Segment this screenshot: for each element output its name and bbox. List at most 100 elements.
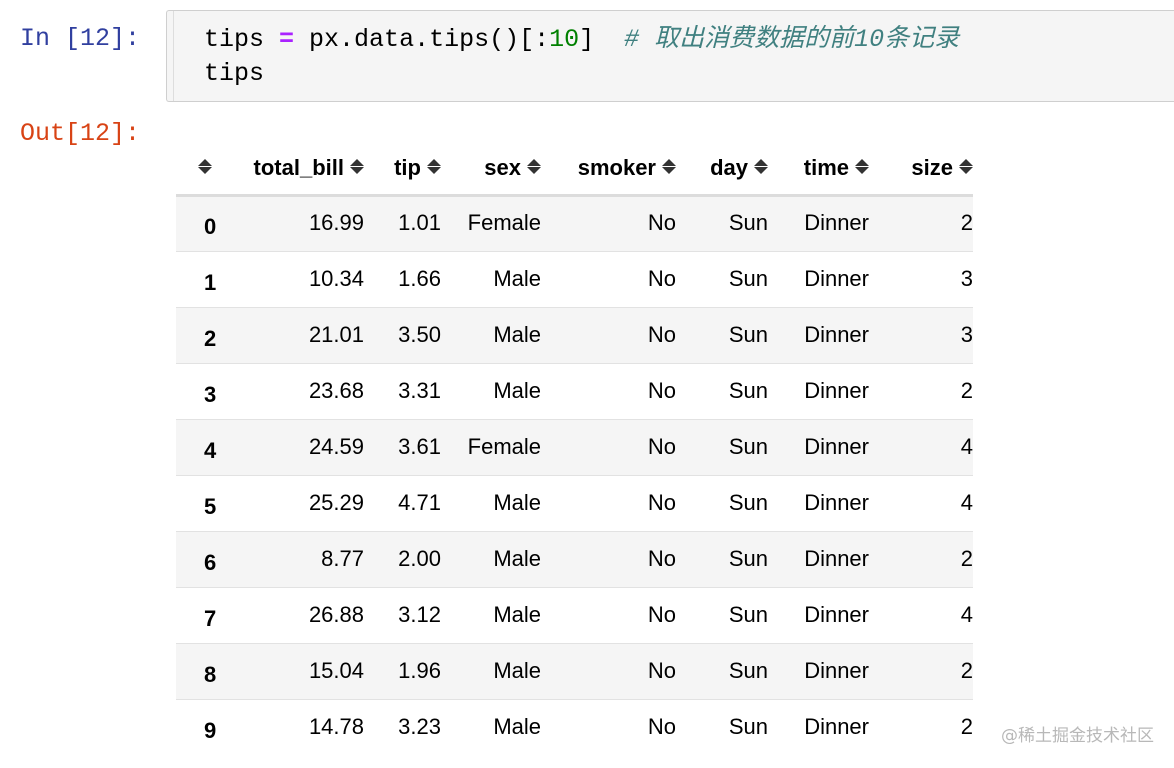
sort-updown-icon[interactable] [527,158,541,175]
table-cell-size: 3 [869,251,973,308]
table-cell-day: Sun [728,210,768,235]
code-var: tips [204,25,265,54]
table-cell-total-bill: 10.34 [235,251,364,308]
table-cell-time: Dinner [768,475,869,532]
table-row: 6 8.77 2.00 Male No Sun Dinner 2 [176,531,973,588]
table-cell-time: Dinner [768,699,869,756]
table-cell-sex: Male [441,531,541,588]
sort-updown-icon[interactable] [198,158,212,175]
cell-gutter [173,11,174,101]
column-header-tip[interactable]: tip [364,141,441,197]
table-row: 5 25.29 4.71 Male No Sun Dinner 4 [176,475,973,532]
watermark: @稀土掘金技术社区 [1001,726,1154,746]
table-cell-sex: Male [441,307,541,364]
table-cell-total-bill: 15.04 [235,643,364,700]
table-row: 2 21.01 3.50 Male No Sun Dinner 3 [176,307,973,364]
table-cell-day: Sun [676,475,768,532]
table-cell-tip: 1.66 [364,251,441,308]
table-cell-day: Sun [676,363,768,420]
table-cell-time: Dinner [768,363,869,420]
column-header-label: total_bill [253,155,344,181]
table-cell-tip: 4.71 [364,475,441,532]
sort-updown-icon[interactable] [662,158,676,175]
table-cell-time: Dinner [768,251,869,308]
table-cell-sex: Male [441,643,541,700]
row-index: 4 [176,419,235,476]
table-row: 7 26.88 3.12 Male No Sun Dinner 4 [176,587,973,644]
table-row: 1 10.34 1.66 Male No Sun Dinner 3 [176,251,973,308]
table-cell-time: Dinner [768,643,869,700]
table-cell-tip: 3.50 [364,307,441,364]
table-cell-size: 3 [869,307,973,364]
table-cell-smoker: No [541,587,676,644]
table-cell-sex: Female [441,419,541,476]
table-cell-sex: Male [441,363,541,420]
row-index: 6 [176,531,235,588]
column-header-time[interactable]: time [768,141,869,197]
column-header-day[interactable]: day [676,141,768,197]
table-cell-tip: 3.31 [364,363,441,420]
code-call: px.data.tips()[: [294,25,550,54]
row-index: 8 [176,643,235,700]
table-cell-day: Sun [676,643,768,700]
table-cell-day: Sun [676,587,768,644]
table-cell-time: Dinner [768,419,869,476]
column-header-label: sex [484,155,521,181]
table-cell-size: 2 [960,210,973,235]
code-number: 10 [549,25,580,54]
row-index: 2 [176,307,235,364]
table-cell-day: Sun [676,251,768,308]
table-cell-day: Sun [676,419,768,476]
table-cell-day: Sun [676,699,768,756]
table-cell-size: 2 [869,643,973,700]
index-header[interactable] [176,141,235,197]
table-cell-day: Sun [676,307,768,364]
table-cell-size: 2 [869,699,973,756]
table-cell-time: Dinner [768,307,869,364]
code-close: ] [579,25,595,54]
table-cell-size: 2 [869,531,973,588]
column-header-total-bill[interactable]: total_bill [235,141,364,197]
dataframe-table: total_bill tip sex smoker day time size 0 16.99… [176,141,973,756]
table-cell-total-bill: 25.29 [235,475,364,532]
sort-updown-icon[interactable] [959,158,973,175]
output-prompt: Out[12]: [20,119,141,148]
sort-updown-icon[interactable] [855,158,869,175]
sort-updown-icon[interactable] [427,158,441,175]
table-cell-smoker: No [541,251,676,308]
table-cell-smoker: No [541,475,676,532]
input-prompt: In [12]: [20,24,141,53]
table-cell-sex: Male [441,587,541,644]
column-header-smoker[interactable]: smoker [541,141,676,197]
table-cell-sex: Male [441,251,541,308]
table-cell-tip: 3.23 [364,699,441,756]
sort-updown-icon[interactable] [350,158,364,175]
sort-updown-icon[interactable] [754,158,768,175]
table-cell-day: Sun [676,531,768,588]
table-cell-smoker: No [541,699,676,756]
table-cell-sex: Male [441,699,541,756]
table-cell-total-bill: 14.78 [235,699,364,756]
table-cell-smoker: No [541,363,676,420]
table-cell-tip: 3.12 [364,587,441,644]
table-cell-size: 2 [869,363,973,420]
table-row: 0 16.99 1.01 Female No Sun Dinner 2 [176,195,973,252]
table-cell-size: 4 [869,419,973,476]
table-cell-smoker: No [541,643,676,700]
column-header-size[interactable]: size [869,141,973,197]
table-cell-time: Dinner [768,531,869,588]
table-cell-total-bill: 23.68 [235,363,364,420]
table-cell-smoker: No [541,307,676,364]
table-cell-total-bill: 8.77 [235,531,364,588]
table-row: 8 15.04 1.96 Male No Sun Dinner 2 [176,643,973,700]
table-cell-tip: 1.01 [398,210,441,235]
column-header-label: smoker [577,155,656,181]
table-row: 3 23.68 3.31 Male No Sun Dinner 2 [176,363,973,420]
code-cell-input[interactable]: tips = px.data.tips()[:10] # 取出消费数据的前10条… [166,10,1174,102]
column-header-sex[interactable]: sex [441,141,541,197]
table-row: 4 24.59 3.61 Female No Sun Dinner 4 [176,419,973,476]
row-index: 7 [176,587,235,644]
table-cell-smoker: No [541,531,676,588]
code-editor[interactable]: tips = px.data.tips()[:10] # 取出消费数据的前10条… [204,23,959,91]
code-comment: # 取出消费数据的前10条记录 [624,25,960,54]
